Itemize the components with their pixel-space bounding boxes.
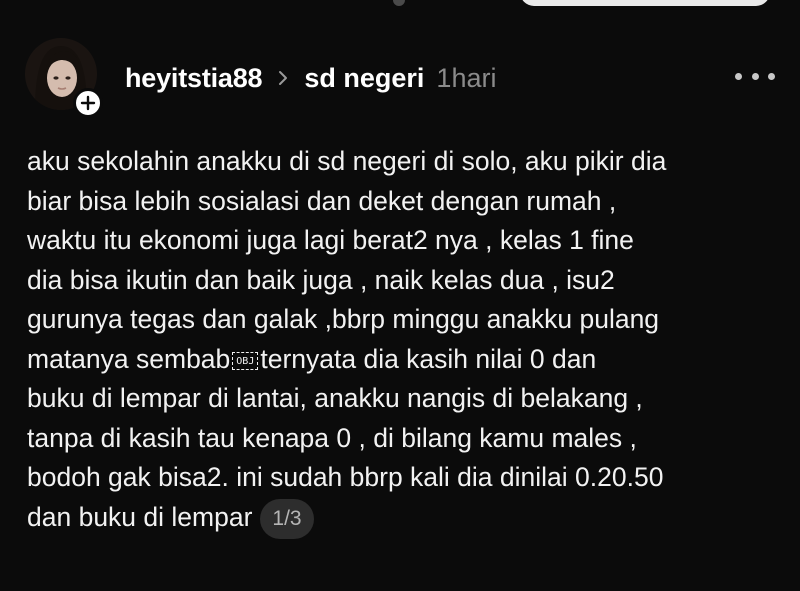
more-dot-icon [768,72,775,80]
more-dot-icon [735,72,742,80]
community-link[interactable]: sd negeri [304,63,424,94]
post-header: heyitstia88 sd negeri 1hari [125,55,496,101]
post-line: dan buku di lempar 1/3 [27,498,787,539]
follow-button[interactable] [73,88,103,118]
avatar-container[interactable] [25,38,105,118]
post-line-part: matanya sembab [27,343,231,374]
post-line: biar bisa lebih sosialasi dan deket deng… [27,185,617,216]
post-line: aku sekolahin anakku di sd negeri di sol… [27,146,667,176]
post-line: bodoh gak bisa2. ini sudah bbrp kali dia… [27,462,664,492]
object-replacement-glyph: OBJ [232,351,259,370]
more-options-button[interactable] [735,66,775,86]
page-indicator[interactable]: 1/3 [260,498,314,539]
top-search-pill[interactable] [520,0,770,6]
post-line-part: dan buku di lempar [27,501,253,532]
post-line: gurunya tegas dan galak ,bbrp minggu ana… [27,304,660,334]
top-indicator-dot [393,0,405,6]
post-timestamp: 1hari [436,62,497,93]
post-line: dia bisa ikutin dan baik juga , naik kel… [27,264,615,295]
post-line-part: ternyata dia kasih nilai 0 dan [260,343,597,374]
plus-icon [80,95,96,111]
post-body: aku sekolahin anakku di sd negeri di sol… [27,142,787,539]
post-line: matanya sembab OBJ ternyata dia kasih nila… [27,340,787,380]
more-dot-icon [751,72,759,80]
post-line: buku di lempar di lantai, anakku nangis … [27,383,643,413]
username-link[interactable]: heyitstia88 [125,63,263,94]
post-line: waktu itu ekonomi juga lagi berat2 nya ,… [27,225,634,255]
post-line: tanpa di kasih tau kenapa 0 , di bilang … [27,422,637,453]
chevron-right-icon [274,69,292,87]
